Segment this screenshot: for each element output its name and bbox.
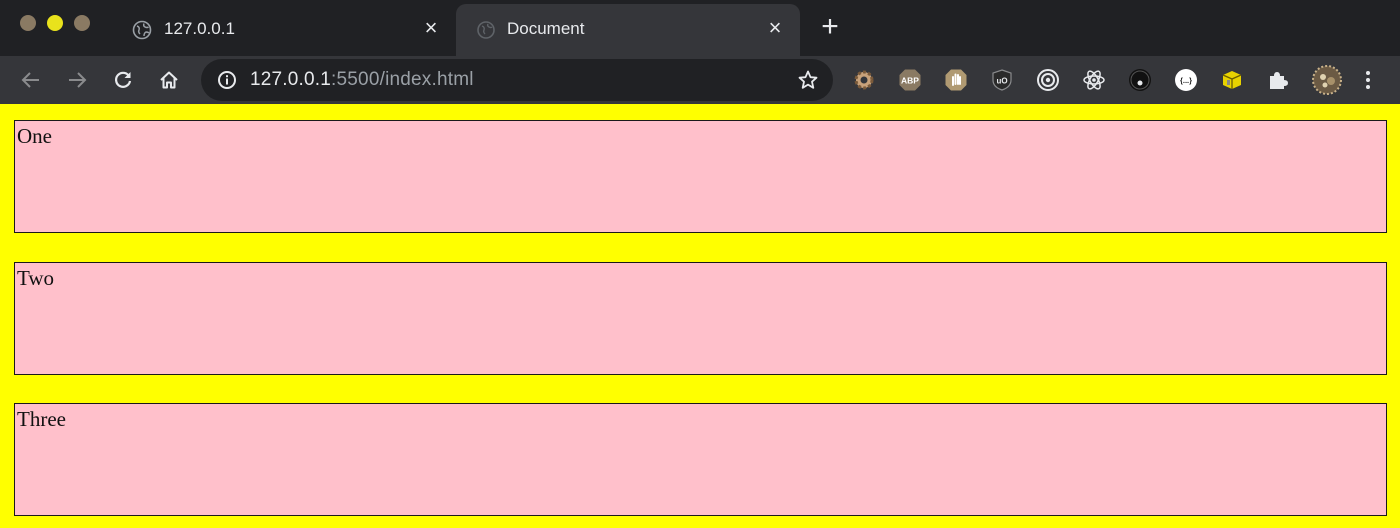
arrow-left-icon xyxy=(21,72,39,88)
home-button[interactable] xyxy=(155,66,183,94)
target-extension-icon[interactable] xyxy=(1036,68,1060,92)
content-box-one: One xyxy=(14,120,1387,233)
content-box-three: Three xyxy=(14,403,1387,516)
tab-close-button[interactable]: × xyxy=(420,17,442,39)
box-label: Three xyxy=(17,407,66,431)
hand-stop-extension-icon[interactable] xyxy=(944,68,968,92)
json-viewer-icon[interactable]: {...} xyxy=(1174,68,1198,92)
kebab-menu-icon[interactable] xyxy=(1356,68,1380,92)
ublock-origin-icon[interactable]: uO xyxy=(990,68,1014,92)
box-label: Two xyxy=(17,266,55,290)
browser-title-bar: 127.0.0.1 × Document × + xyxy=(0,0,1400,56)
back-button[interactable] xyxy=(17,66,45,94)
adblock-plus-icon[interactable]: ABP xyxy=(898,68,922,92)
tab-title: Document xyxy=(507,19,585,38)
window-minimize-button[interactable] xyxy=(47,15,63,31)
globe-icon xyxy=(132,20,152,40)
star-icon[interactable] xyxy=(797,69,819,91)
tab-title: 127.0.0.1 xyxy=(164,19,235,38)
yellow-box-extension-icon[interactable] xyxy=(1220,68,1244,92)
profile-avatar-icon[interactable] xyxy=(1312,65,1342,95)
home-icon xyxy=(160,71,178,89)
tab-document[interactable]: Document × xyxy=(456,4,800,56)
record-extension-icon[interactable] xyxy=(1128,68,1152,92)
tab-close-button[interactable]: × xyxy=(764,17,786,39)
window-close-button[interactable] xyxy=(20,15,36,31)
puzzle-extensions-icon[interactable] xyxy=(1266,68,1290,92)
window-controls xyxy=(20,15,90,31)
address-bar[interactable]: 127.0.0.1:5500/index.html xyxy=(201,59,833,101)
loading-globe-icon xyxy=(476,20,496,40)
react-devtools-icon[interactable] xyxy=(1082,68,1106,92)
browser-toolbar: 127.0.0.1:5500/index.html ABP uO {...} xyxy=(0,56,1400,104)
window-maximize-button[interactable] xyxy=(74,15,90,31)
url-text[interactable]: 127.0.0.1:5500/index.html xyxy=(250,69,474,91)
page-viewport: One Two Three xyxy=(0,104,1400,528)
gear-extension-icon[interactable] xyxy=(852,68,876,92)
url-host: 127.0.0.1 xyxy=(250,69,332,90)
reload-button[interactable] xyxy=(109,66,137,94)
content-box-two: Two xyxy=(14,262,1387,375)
svg-text:ABP: ABP xyxy=(901,76,919,86)
info-icon[interactable] xyxy=(217,70,237,90)
arrow-right-icon xyxy=(69,72,87,88)
tab-127-0-0-1[interactable]: 127.0.0.1 × xyxy=(112,4,456,56)
svg-text:{...}: {...} xyxy=(1180,76,1192,85)
reload-icon xyxy=(115,71,132,88)
url-path: :5500/index.html xyxy=(331,69,474,90)
box-label: One xyxy=(17,124,52,148)
new-tab-button[interactable]: + xyxy=(816,12,844,42)
forward-button[interactable] xyxy=(63,66,91,94)
svg-text:uO: uO xyxy=(996,77,1007,86)
